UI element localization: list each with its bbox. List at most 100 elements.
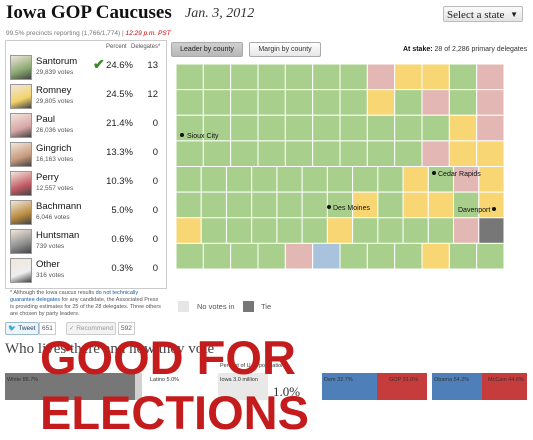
county[interactable]	[377, 166, 404, 193]
county[interactable]	[251, 217, 278, 244]
county[interactable]	[202, 89, 232, 116]
county[interactable]	[200, 166, 227, 193]
county[interactable]	[230, 63, 259, 91]
county[interactable]	[301, 217, 328, 244]
county[interactable]	[421, 89, 450, 116]
county[interactable]	[402, 217, 429, 244]
county[interactable]	[257, 242, 286, 270]
county[interactable]	[427, 191, 455, 219]
candidate-row: Santorum 29,839 votes ✔ 24.6% 13	[10, 54, 164, 81]
county[interactable]	[175, 166, 202, 193]
county[interactable]	[230, 242, 259, 270]
county[interactable]	[377, 191, 404, 219]
county[interactable]	[312, 89, 341, 116]
county[interactable]	[402, 166, 429, 193]
county[interactable]	[230, 114, 259, 142]
county[interactable]	[366, 242, 396, 270]
county[interactable]	[284, 242, 314, 270]
county[interactable]	[421, 242, 450, 270]
county[interactable]	[202, 242, 232, 270]
county[interactable]	[312, 114, 341, 142]
county[interactable]	[225, 217, 253, 244]
county[interactable]	[421, 63, 450, 91]
county[interactable]	[339, 114, 368, 142]
county[interactable]	[476, 63, 505, 91]
county[interactable]	[476, 89, 505, 116]
county[interactable]	[339, 89, 368, 116]
county[interactable]	[366, 114, 396, 142]
county[interactable]	[352, 166, 379, 193]
county[interactable]	[175, 242, 204, 270]
county[interactable]	[175, 89, 204, 116]
county[interactable]	[478, 217, 505, 244]
iowa-county-map[interactable]: Sioux City Des Moines Cedar Rapids Daven…	[170, 58, 510, 283]
county[interactable]	[202, 140, 232, 167]
county[interactable]	[276, 166, 303, 193]
county[interactable]	[448, 63, 478, 91]
county[interactable]	[402, 191, 429, 219]
county[interactable]	[394, 114, 423, 142]
county[interactable]	[251, 191, 278, 219]
county[interactable]	[427, 217, 455, 244]
county[interactable]	[251, 166, 278, 193]
county[interactable]	[284, 89, 314, 116]
county[interactable]	[421, 140, 450, 167]
state-select[interactable]: Select a state ▼	[443, 6, 523, 22]
county[interactable]	[478, 166, 505, 193]
county[interactable]	[448, 140, 478, 167]
county[interactable]	[200, 217, 227, 244]
county[interactable]	[301, 166, 328, 193]
county[interactable]	[175, 217, 202, 244]
county[interactable]	[276, 217, 303, 244]
county[interactable]	[448, 114, 478, 142]
county[interactable]	[352, 217, 379, 244]
county[interactable]	[476, 242, 505, 270]
county[interactable]	[421, 114, 450, 142]
county[interactable]	[453, 217, 480, 244]
county[interactable]	[284, 63, 314, 91]
county[interactable]	[366, 140, 396, 167]
county[interactable]	[257, 63, 286, 91]
county[interactable]	[225, 191, 253, 219]
county[interactable]	[366, 89, 396, 116]
county[interactable]	[394, 89, 423, 116]
county[interactable]	[230, 140, 259, 167]
county[interactable]	[200, 191, 227, 219]
candidate-delegates: 12	[147, 89, 158, 100]
county[interactable]	[202, 63, 232, 91]
at-stake-text: 28 of 2,286 primary delegates	[434, 46, 528, 53]
county[interactable]	[339, 63, 368, 91]
county[interactable]	[448, 242, 478, 270]
county[interactable]	[312, 140, 341, 167]
margin-by-county-button[interactable]: Margin by county	[249, 42, 321, 57]
county[interactable]	[284, 114, 314, 142]
county[interactable]	[175, 63, 204, 91]
county[interactable]	[276, 191, 303, 219]
county[interactable]	[326, 217, 354, 244]
county[interactable]	[448, 89, 478, 116]
county[interactable]	[257, 89, 286, 116]
county[interactable]	[339, 140, 368, 167]
county[interactable]	[284, 140, 314, 167]
county[interactable]	[394, 140, 423, 167]
county[interactable]	[257, 140, 286, 167]
county[interactable]	[301, 191, 328, 219]
county[interactable]	[257, 114, 286, 142]
county[interactable]	[312, 63, 341, 91]
county[interactable]	[175, 191, 202, 219]
county[interactable]	[394, 63, 423, 91]
at-stake: At stake: 28 of 2,286 primary delegates	[403, 46, 527, 53]
county[interactable]	[225, 166, 253, 193]
county[interactable]	[312, 242, 341, 270]
county[interactable]	[377, 217, 404, 244]
county[interactable]	[175, 140, 204, 167]
county[interactable]	[476, 140, 505, 167]
leader-by-county-button[interactable]: Leader by county	[171, 42, 243, 57]
county[interactable]	[366, 63, 396, 91]
county[interactable]	[394, 242, 423, 270]
county[interactable]	[230, 89, 259, 116]
tweet-button[interactable]: 🐦 Tweet	[5, 322, 39, 335]
county[interactable]	[476, 114, 505, 142]
county[interactable]	[339, 242, 368, 270]
county[interactable]	[326, 166, 354, 193]
